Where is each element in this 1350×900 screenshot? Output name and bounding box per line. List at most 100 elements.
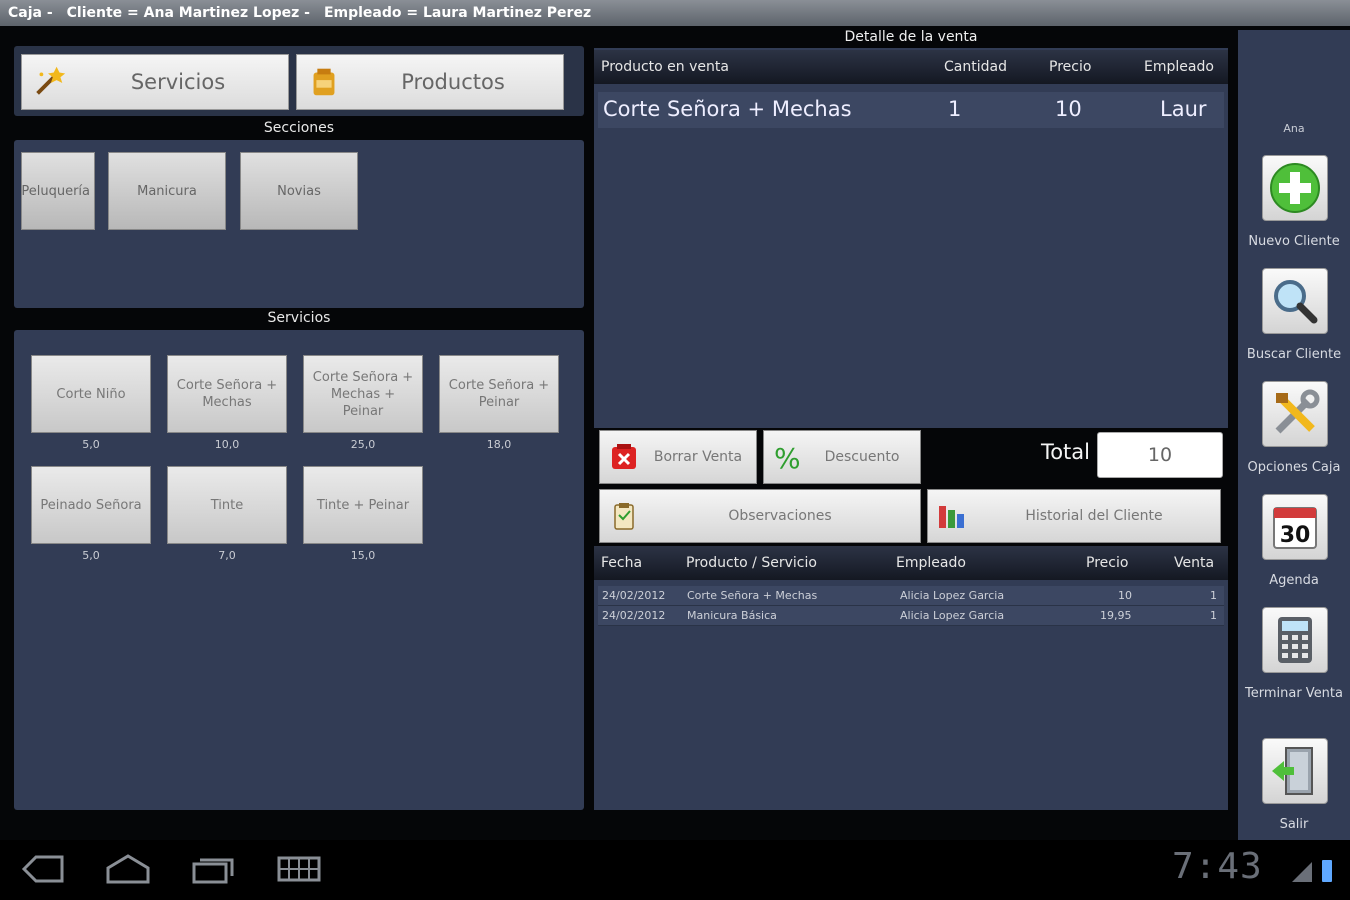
agenda-label: Agenda (1269, 573, 1319, 588)
calendar-day: 30 (1280, 523, 1311, 548)
register-options-label: Opciones Caja (1247, 460, 1341, 475)
history-product: Corte Señora + Mechas (687, 589, 818, 602)
service-button[interactable]: Peinado Señora (31, 466, 151, 544)
column-header: Empleado (1144, 59, 1214, 75)
sale-line-qty: 1 (948, 97, 962, 121)
history-employee: Alicia Lopez Garcia (900, 589, 1005, 602)
menu-grid-icon[interactable] (275, 852, 323, 886)
history-product: Manicura Básica (687, 609, 777, 622)
svg-text:%: % (774, 442, 801, 473)
section-manicura-label: Manicura (137, 183, 197, 199)
agenda-button[interactable]: 30 (1262, 494, 1328, 560)
history-row[interactable]: 24/02/2012 Manicura Básica Alicia Lopez … (598, 606, 1224, 626)
history-price: 10 (1118, 589, 1132, 602)
section-peluqueria-label: Peluquería (21, 183, 90, 199)
column-header: Producto / Servicio (686, 555, 817, 571)
service-label: Corte Niño (56, 386, 126, 402)
tab-productos-label: Productos (401, 70, 505, 94)
sale-line-product: Corte Señora + Mechas (603, 97, 852, 121)
history-date: 24/02/2012 (602, 589, 666, 602)
section-manicura-button[interactable]: Manicura (108, 152, 226, 230)
history-icon (939, 506, 964, 528)
sale-line-price: 10 (1055, 97, 1082, 121)
observations-label: Observaciones (728, 508, 832, 524)
recent-apps-icon[interactable] (190, 852, 236, 886)
service-button[interactable]: Corte Señora + Mechas + Peinar (303, 355, 423, 433)
observations-button[interactable]: Observaciones (599, 489, 921, 543)
service-button[interactable]: Corte Señora + Mechas (167, 355, 287, 433)
tab-productos[interactable]: Productos (296, 54, 564, 110)
column-header: Cantidad (944, 59, 1007, 75)
delete-sale-label: Borrar Venta (653, 449, 743, 465)
exit-label: Salir (1279, 817, 1309, 832)
app-title: Caja - (8, 5, 53, 21)
sale-detail-title: Detalle de la venta (844, 29, 978, 45)
sale-line-employee: Laur (1160, 97, 1207, 121)
register-options-button[interactable] (1262, 381, 1328, 447)
search-client-label: Buscar Cliente (1246, 347, 1342, 362)
new-client-button[interactable] (1262, 155, 1328, 221)
history-header: Fecha Producto / Servicio Empleado Preci… (594, 546, 1228, 580)
service-button[interactable]: Tinte + Peinar (303, 466, 423, 544)
exit-door-icon (1272, 747, 1313, 795)
column-header: Producto en venta (601, 59, 729, 75)
service-button[interactable]: Corte Niño (31, 355, 151, 433)
calculator-icon (1278, 617, 1312, 663)
column-header: Empleado (896, 555, 966, 571)
history-price: 19,95 (1100, 609, 1132, 622)
sale-detail-header: Producto en venta Cantidad Precio Emplea… (594, 50, 1228, 84)
column-header: Fecha (601, 555, 643, 571)
current-client-name: Ana (1283, 122, 1305, 135)
history-sale: 1 (1210, 609, 1217, 622)
history-employee: Alicia Lopez Garcia (900, 609, 1005, 622)
service-price: 10,0 (214, 438, 240, 451)
service-price: 25,0 (350, 438, 376, 451)
client-history-button[interactable]: Historial del Cliente (927, 489, 1221, 543)
sale-line-row[interactable]: Corte Señora + Mechas 1 10 Laur (598, 92, 1224, 128)
delete-icon (612, 444, 636, 469)
service-label: Peinado Señora (40, 497, 142, 513)
status-clock: 7:43 (1172, 846, 1263, 887)
services-caption: Servicios (267, 310, 331, 326)
service-label: Tinte + Peinar (316, 497, 410, 513)
magnifier-icon (1274, 280, 1318, 324)
tools-icon (1275, 389, 1320, 434)
column-header: Precio (1086, 555, 1129, 571)
history-row[interactable]: 24/02/2012 Corte Señora + Mechas Alicia … (598, 586, 1224, 606)
signal-battery-icon (1292, 860, 1332, 882)
app-window: Caja - Cliente = Ana Martinez Lopez - Em… (0, 0, 1350, 900)
employee-indicator: Empleado = Laura Martinez Perez (323, 5, 592, 21)
discount-label: Descuento (824, 449, 900, 465)
title-bar: Caja - Cliente = Ana Martinez Lopez - Em… (0, 0, 1350, 26)
total-label: Total (1040, 440, 1090, 464)
service-label: Corte Señora + Mechas (176, 378, 278, 410)
clipboard-icon (614, 503, 634, 530)
tab-servicios[interactable]: Servicios (21, 54, 289, 110)
back-icon[interactable] (20, 852, 66, 886)
sections-caption: Secciones (263, 120, 335, 136)
history-sale: 1 (1210, 589, 1217, 602)
home-icon[interactable] (104, 852, 152, 886)
product-box-icon (313, 68, 335, 96)
service-label: Corte Señora + Mechas + Peinar (312, 369, 414, 419)
finish-sale-button[interactable] (1262, 607, 1328, 673)
client-history-label: Historial del Cliente (1025, 508, 1163, 524)
exit-button[interactable] (1262, 738, 1328, 804)
service-price: 18,0 (486, 438, 512, 451)
service-price: 15,0 (350, 549, 376, 562)
percent-icon: % (774, 442, 801, 473)
column-header: Venta (1174, 555, 1215, 571)
service-label: Tinte (210, 497, 244, 513)
discount-button[interactable]: % Descuento (763, 430, 921, 484)
section-peluqueria-button[interactable]: Peluquería (21, 152, 95, 230)
column-header: Precio (1049, 59, 1092, 75)
search-client-button[interactable] (1262, 268, 1328, 334)
finish-sale-label: Terminar Venta (1245, 686, 1343, 701)
service-button[interactable]: Tinte (167, 466, 287, 544)
service-price: 5,0 (82, 549, 100, 562)
section-novias-button[interactable]: Novias (240, 152, 358, 230)
service-price: 7,0 (218, 549, 236, 562)
service-button[interactable]: Corte Señora + Peinar (439, 355, 559, 433)
delete-sale-button[interactable]: Borrar Venta (599, 430, 757, 484)
service-label: Corte Señora + Peinar (448, 378, 550, 410)
